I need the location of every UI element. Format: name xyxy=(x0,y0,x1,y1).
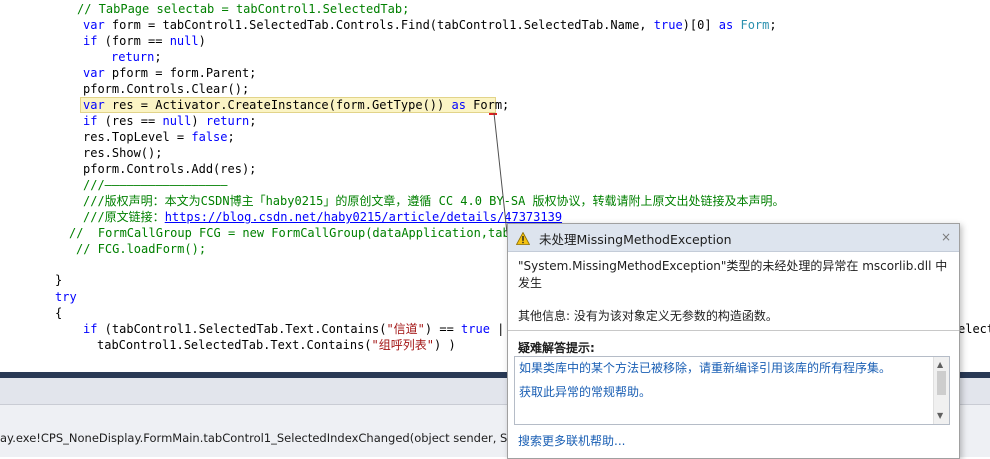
scroll-up-arrow-icon[interactable]: ▲ xyxy=(937,360,943,369)
exception-dialog: 未处理MissingMethodException × "System.Miss… xyxy=(507,223,960,459)
search-online-help-link[interactable]: 搜索更多联机帮助... xyxy=(518,432,625,449)
warning-icon xyxy=(515,231,531,248)
close-icon[interactable]: × xyxy=(941,230,951,244)
dialog-header[interactable]: 未处理MissingMethodException × xyxy=(508,224,959,252)
additional-information: 其他信息: 没有为该对象定义无参数的构造函数。 xyxy=(518,309,778,323)
exception-message-line-2: 发生 xyxy=(518,276,543,290)
scroll-thumb[interactable] xyxy=(937,371,946,395)
troubleshooting-tips-list: 如果类库中的某个方法已被移除，请重新编译引用该库的所有程序集。 获取此异常的常规… xyxy=(514,356,950,425)
exception-message-line-1: "System.MissingMethodException"类型的未经处理的异… xyxy=(518,259,948,273)
exception-message: "System.MissingMethodException"类型的未经处理的异… xyxy=(518,258,948,292)
divider xyxy=(508,330,959,331)
dialog-title: 未处理MissingMethodException xyxy=(539,232,732,247)
troubleshooting-tip-link[interactable]: 如果类库中的某个方法已被移除，请重新编译引用该库的所有程序集。 xyxy=(519,359,891,376)
troubleshooting-tip-link[interactable]: 获取此异常的常规帮助。 xyxy=(519,383,651,400)
troubleshooting-tips-heading: 疑难解答提示: xyxy=(518,341,595,355)
tips-scrollbar[interactable]: ▲ ▼ xyxy=(933,357,949,424)
scroll-down-arrow-icon[interactable]: ▼ xyxy=(937,411,943,420)
